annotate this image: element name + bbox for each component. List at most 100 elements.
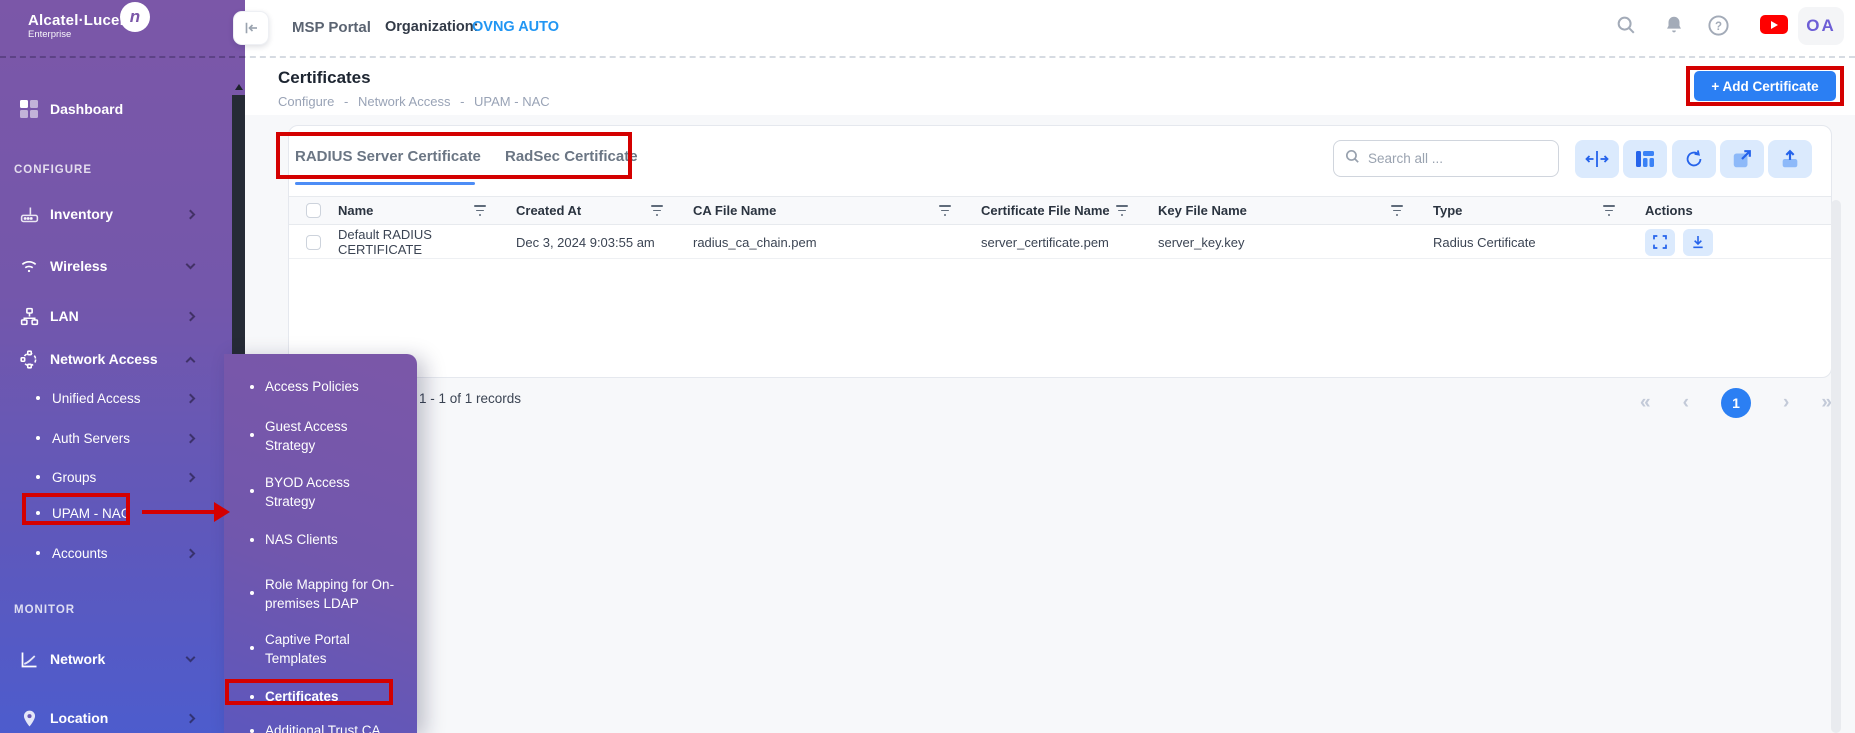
annotation-arrow-head <box>214 502 230 522</box>
sidebar-item-lan[interactable]: LAN <box>0 303 232 329</box>
annotation-arrow-line <box>142 510 218 514</box>
flyout-item-guest-access-strategy[interactable]: Guest Access Strategy <box>224 417 374 455</box>
current-page-button[interactable]: 1 <box>1721 388 1751 418</box>
columns-button[interactable] <box>1623 140 1667 178</box>
breadcrumb-network-access[interactable]: Network Access <box>358 94 450 109</box>
flyout-item-access-policies[interactable]: Access Policies <box>224 377 417 396</box>
breadcrumb-configure[interactable]: Configure <box>278 94 334 109</box>
inventory-icon <box>18 204 40 225</box>
youtube-icon[interactable] <box>1760 15 1788 34</box>
page-scrollbar[interactable] <box>1831 200 1841 733</box>
filter-icon[interactable] <box>1603 205 1615 215</box>
filter-icon[interactable] <box>474 205 486 215</box>
sidebar-item-location[interactable]: Location <box>0 705 232 731</box>
column-header-ca-file[interactable]: CA File Name <box>693 203 981 218</box>
annotation-box-upam-nac <box>22 493 130 525</box>
brand-logo: Alcatel·Lucent Enterprise <box>28 12 134 40</box>
sidebar-item-network-access[interactable]: Network Access <box>0 346 232 372</box>
wifi-icon <box>18 256 40 276</box>
select-all-checkbox[interactable] <box>306 203 321 218</box>
upload-button[interactable] <box>1768 140 1812 178</box>
filter-icon[interactable] <box>939 205 951 215</box>
search-all-box <box>1333 140 1559 177</box>
view-fullscreen-button[interactable] <box>1645 229 1675 256</box>
bullet-icon <box>36 436 40 440</box>
bullet-icon <box>250 646 254 650</box>
flyout-item-byod-access-strategy[interactable]: BYOD Access Strategy <box>224 473 374 511</box>
flyout-item-nas-clients[interactable]: NAS Clients <box>224 530 417 549</box>
refresh-button[interactable] <box>1672 140 1716 178</box>
brand-name: Alcatel·Lucent <box>28 12 134 29</box>
sidebar-item-auth-servers[interactable]: Auth Servers <box>0 427 232 449</box>
flyout-item-role-mapping-ldap[interactable]: Role Mapping for On-premises LDAP <box>224 575 417 613</box>
add-certificate-button[interactable]: + Add Certificate <box>1694 71 1836 101</box>
select-all-cell <box>289 203 338 218</box>
export-button[interactable] <box>1720 140 1764 178</box>
chevron-right-icon <box>186 393 196 403</box>
filter-icon[interactable] <box>1116 205 1128 215</box>
bullet-icon <box>250 489 254 493</box>
flyout-item-additional-trust-ca[interactable]: Additional Trust CA <box>224 721 417 733</box>
sidebar: Alcatel·Lucent Enterprise n Dashboard CO… <box>0 0 245 733</box>
youtube-play-triangle <box>1771 21 1778 29</box>
sidebar-item-inventory[interactable]: Inventory <box>0 201 232 227</box>
chevron-right-icon <box>186 472 196 482</box>
organization-value[interactable]: OVNG AUTO <box>472 19 559 35</box>
bullet-icon <box>250 433 254 437</box>
previous-page-icon[interactable]: ‹ <box>1683 388 1689 418</box>
bullet-icon <box>36 551 40 555</box>
row-checkbox[interactable] <box>306 235 321 250</box>
cell-actions <box>1645 229 1831 256</box>
sidebar-item-network[interactable]: Network <box>0 646 232 672</box>
breadcrumb-upam-nac[interactable]: UPAM - NAC <box>474 94 550 109</box>
breadcrumb-separator: - <box>344 94 348 109</box>
header-divider <box>0 56 1855 58</box>
column-header-type[interactable]: Type <box>1433 203 1645 218</box>
column-header-name[interactable]: Name <box>338 203 516 218</box>
bullet-icon <box>250 729 254 733</box>
filter-icon[interactable] <box>1391 205 1403 215</box>
flyout-item-captive-portal-templates[interactable]: Captive Portal Templates <box>224 630 374 668</box>
sidebar-item-groups[interactable]: Groups <box>0 466 232 488</box>
dashboard-icon <box>18 100 40 118</box>
help-icon[interactable]: ? <box>1706 13 1730 37</box>
cell-type: Radius Certificate <box>1433 235 1645 250</box>
column-header-certificate-file[interactable]: Certificate File Name <box>981 203 1158 218</box>
annotation-box-tabs <box>276 132 632 179</box>
resize-columns-button[interactable] <box>1575 140 1619 178</box>
search-all-input[interactable] <box>1368 151 1528 166</box>
notifications-bell-icon[interactable] <box>1662 13 1686 37</box>
sidebar-scrollbar-arrow[interactable] <box>235 84 243 90</box>
chevron-right-icon <box>186 713 196 723</box>
column-header-key-file[interactable]: Key File Name <box>1158 203 1433 218</box>
breadcrumb: Configure - Network Access - UPAM - NAC <box>278 94 556 109</box>
sidebar-section-configure: CONFIGURE <box>14 164 92 176</box>
page-title: Certificates <box>278 68 371 88</box>
breadcrumb-separator: - <box>460 94 464 109</box>
brand-subtitle: Enterprise <box>28 29 134 40</box>
cell-key-file: server_key.key <box>1158 235 1433 250</box>
sidebar-item-dashboard[interactable]: Dashboard <box>0 96 232 122</box>
chevron-right-icon <box>186 311 196 321</box>
sidebar-item-wireless[interactable]: Wireless <box>0 253 232 279</box>
sidebar-item-accounts[interactable]: Accounts <box>0 542 232 564</box>
sidebar-section-monitor: MONITOR <box>14 604 75 616</box>
chevron-right-icon <box>186 548 196 558</box>
search-icon[interactable] <box>1614 13 1638 37</box>
next-page-icon[interactable]: › <box>1783 388 1789 418</box>
download-button[interactable] <box>1683 229 1713 256</box>
filter-icon[interactable] <box>651 205 663 215</box>
bullet-icon <box>250 385 254 389</box>
pagination: « ‹ 1 › » <box>1640 388 1832 418</box>
sidebar-item-unified-access[interactable]: Unified Access <box>0 387 232 409</box>
bullet-icon <box>36 396 40 400</box>
table-header-row: Name Created At CA File Name Certificate… <box>289 196 1831 225</box>
avatar[interactable]: OA <box>1798 7 1844 45</box>
search-icon <box>1344 148 1361 170</box>
cell-created-at: Dec 3, 2024 9:03:55 am <box>516 235 693 250</box>
table-row[interactable]: Default RADIUS CERTIFICATE Dec 3, 2024 9… <box>289 226 1831 259</box>
sidebar-collapse-button[interactable] <box>233 11 269 45</box>
first-page-icon[interactable]: « <box>1640 388 1651 418</box>
chevron-down-icon <box>186 260 196 270</box>
column-header-created-at[interactable]: Created At <box>516 203 693 218</box>
